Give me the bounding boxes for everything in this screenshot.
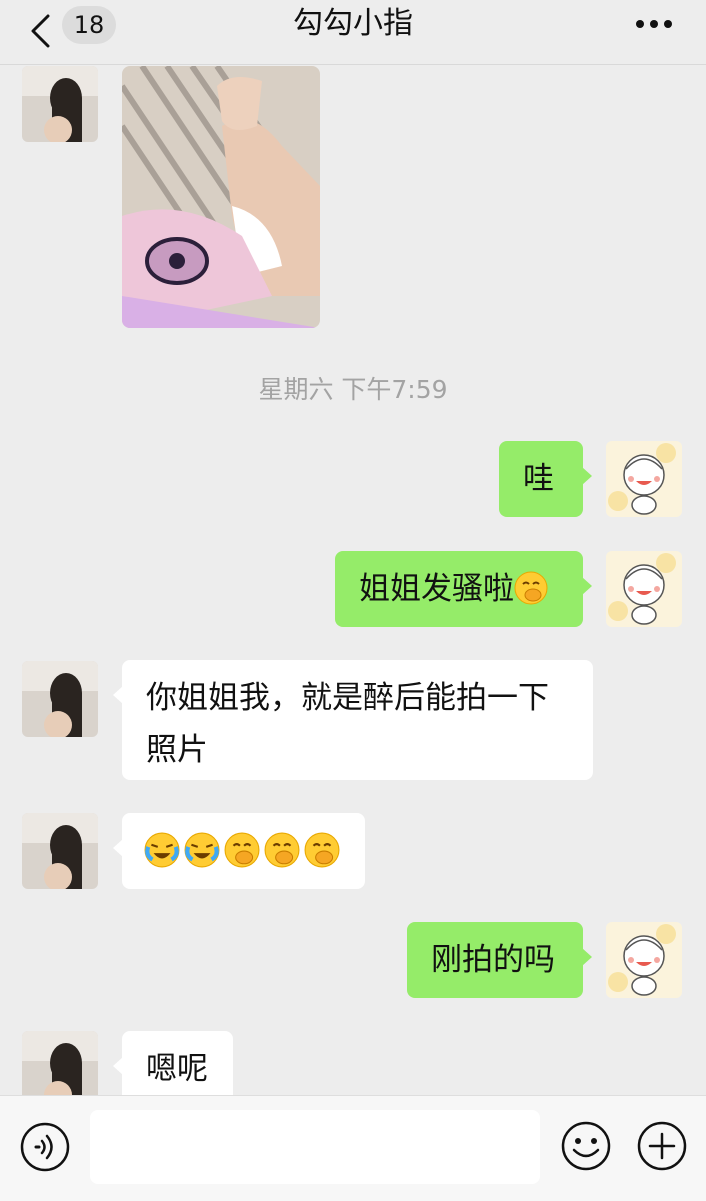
hand-over-mouth-emoji-icon — [224, 831, 260, 868]
message-text: 嗯呢 — [146, 1051, 208, 1087]
incoming-message[interactable]: 你姐姐我，就是醉后能拍一下照片 — [113, 660, 593, 780]
contact-avatar[interactable] — [22, 661, 98, 737]
my-avatar[interactable] — [606, 551, 682, 627]
incoming-message[interactable]: 嗯呢 — [113, 1031, 233, 1095]
contact-avatar[interactable] — [22, 66, 98, 142]
my-avatar[interactable] — [606, 922, 682, 998]
more-dots-icon[interactable] — [634, 18, 674, 30]
message-text: 哇 — [523, 461, 554, 497]
outgoing-message[interactable]: 哇 — [499, 441, 592, 517]
chat-title: 勾勾小指 — [293, 6, 413, 41]
outgoing-message[interactable]: 姐姐发骚啦 — [335, 551, 592, 627]
message-text: 你姐姐我，就是醉后能拍一下照片 — [146, 680, 549, 768]
message-input[interactable] — [90, 1110, 540, 1184]
chat-message-list[interactable]: 星期六 下午7:59 哇 姐姐发骚啦 你姐姐我，就是醉后能拍一下照片 刚拍的吗 … — [0, 64, 706, 1095]
chat-header: 18 勾勾小指 — [0, 0, 706, 65]
message-input-bar — [0, 1095, 706, 1201]
chevron-left-icon[interactable] — [28, 14, 52, 48]
crying-laughing-emoji-icon — [184, 832, 220, 868]
contact-avatar[interactable] — [22, 1031, 98, 1095]
my-avatar[interactable] — [606, 441, 682, 517]
outgoing-message[interactable]: 刚拍的吗 — [407, 922, 592, 998]
shared-photo[interactable] — [122, 66, 320, 328]
unread-count-badge[interactable]: 18 — [62, 6, 116, 44]
message-text: 姐姐发骚啦 — [359, 571, 514, 607]
hand-over-mouth-emoji-icon — [514, 570, 548, 605]
crying-laughing-emoji-icon — [144, 832, 180, 868]
voice-icon[interactable] — [20, 1122, 70, 1172]
plus-icon[interactable] — [636, 1120, 688, 1172]
hand-over-mouth-emoji-icon — [304, 831, 340, 868]
message-text: 刚拍的吗 — [431, 942, 555, 978]
chat-timestamp: 星期六 下午7:59 — [258, 375, 448, 404]
incoming-emoji-message[interactable] — [113, 813, 365, 889]
hand-over-mouth-emoji-icon — [264, 831, 300, 868]
contact-avatar[interactable] — [22, 813, 98, 889]
smiley-icon[interactable] — [560, 1120, 612, 1172]
